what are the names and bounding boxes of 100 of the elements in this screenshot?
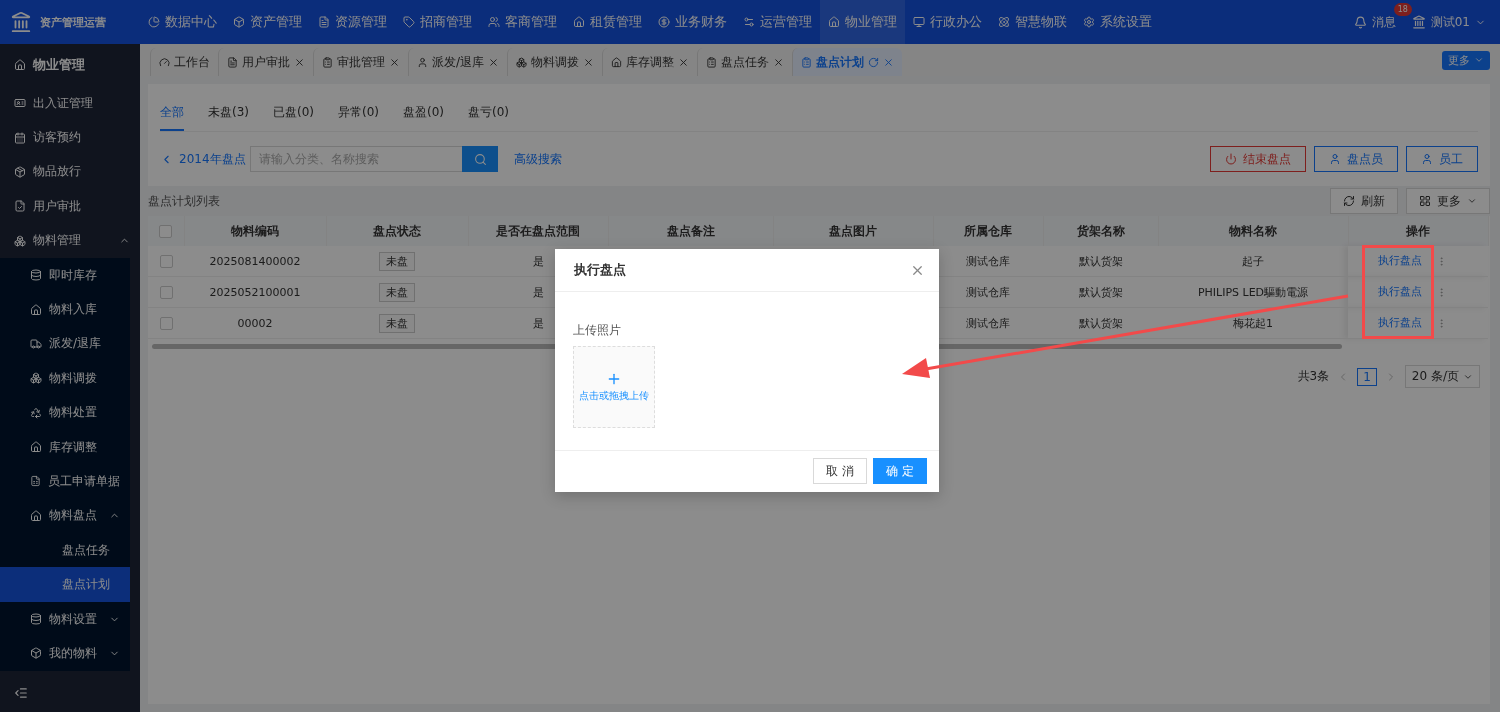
nav-item[interactable]: 业务财务 [650, 0, 735, 44]
clipboard-icon [706, 56, 718, 68]
sidebar-item[interactable]: 物料设置 [0, 601, 130, 637]
status-tag: 未盘 [379, 313, 415, 333]
sidebar-item[interactable]: 物品放行 [0, 154, 140, 190]
page-number[interactable]: 1 [1357, 367, 1377, 386]
filter-tab[interactable]: 盘亏(0) [468, 96, 509, 131]
page-tab[interactable]: 派发/退库 [408, 48, 508, 76]
nav-item[interactable]: 资源管理 [310, 0, 395, 44]
sidebar-item[interactable]: 用户审批 [0, 189, 140, 224]
action-button[interactable]: 结束盘点 [1210, 146, 1306, 172]
nav-item[interactable]: 运营管理 [735, 0, 820, 44]
nav-item[interactable]: 资产管理 [225, 0, 310, 44]
sidebar-item[interactable]: 盘点计划 [0, 567, 130, 602]
page-size-select[interactable]: 20 条/页 [1404, 365, 1480, 388]
sidebar-item[interactable]: 盘点任务 [0, 533, 130, 568]
column-header: 盘点状态 [326, 216, 468, 246]
cube-icon [233, 16, 245, 28]
page-tab[interactable]: 工作台 [150, 48, 218, 76]
refresh-icon[interactable] [868, 56, 880, 68]
person-icon [1329, 153, 1341, 165]
nav-item[interactable]: 智慧物联 [990, 0, 1075, 44]
advanced-search-link[interactable]: 高级搜索 [514, 150, 562, 168]
document-icon [227, 56, 238, 68]
page-tab[interactable]: 用户审批 [218, 48, 313, 76]
refresh-button[interactable]: 刷新 [1330, 188, 1398, 214]
list-title: 盘点计划列表 [148, 192, 220, 210]
status-tag: 未盘 [379, 251, 415, 271]
nav-item[interactable]: 行政办公 [905, 0, 990, 44]
checkbox[interactable] [159, 254, 173, 268]
back-link[interactable]: 2014年盘点 [160, 150, 250, 168]
nav-item[interactable]: 租赁管理 [565, 0, 650, 44]
filter-tab[interactable]: 异常(0) [338, 96, 379, 131]
status-tag: 未盘 [379, 282, 415, 302]
column-header: 盘点图片 [773, 216, 933, 246]
execute-link[interactable]: 执行盘点 [1378, 254, 1422, 266]
calendar-icon [14, 131, 26, 144]
sidebar-item[interactable]: 员工申请单据 [0, 464, 130, 499]
page-tab[interactable]: 审批管理 [313, 48, 408, 76]
more-button[interactable]: 更多 [1406, 188, 1490, 214]
building-icon [1411, 15, 1426, 29]
close-icon[interactable] [488, 56, 500, 68]
collapse-icon[interactable] [14, 685, 28, 700]
more-button[interactable]: 更多 [1442, 50, 1490, 70]
nav-item[interactable]: 客商管理 [480, 0, 565, 44]
checkbox[interactable] [159, 316, 173, 330]
page-tab[interactable]: 库存调整 [602, 48, 698, 76]
sidebar-item[interactable]: 即时库存 [0, 257, 130, 293]
package-icon [14, 165, 26, 178]
cube-icon [30, 647, 42, 660]
messages-button[interactable]: 消息 [1353, 13, 1396, 31]
checkbox[interactable] [159, 285, 173, 299]
nav-item[interactable]: 系统设置 [1075, 0, 1160, 44]
sidebar-item[interactable]: 物料调拨 [0, 361, 130, 396]
close-icon[interactable] [883, 56, 895, 68]
people-icon [488, 16, 500, 28]
nav-item[interactable]: 数据中心 [140, 0, 225, 44]
document-icon [30, 475, 41, 488]
close-icon[interactable] [583, 56, 595, 68]
search-button[interactable] [462, 146, 498, 172]
sidebar-item[interactable]: 我的物料 [0, 636, 130, 671]
close-icon[interactable] [678, 56, 690, 68]
close-icon[interactable] [389, 56, 400, 68]
caret-icon [1474, 55, 1484, 65]
sidebar-item[interactable]: 物料管理 [0, 223, 140, 258]
filter-tab[interactable]: 已盘(0) [273, 96, 314, 131]
page-tab[interactable]: 物料调拨 [507, 48, 603, 76]
action-button[interactable]: 盘点员 [1314, 146, 1398, 172]
search-icon [473, 152, 487, 166]
sidebar-item[interactable]: 物料入库 [0, 292, 130, 327]
sidebar-item[interactable]: 访客预约 [0, 120, 140, 155]
power-icon [1225, 153, 1237, 165]
table-cell: 梅花起1 [1158, 307, 1348, 339]
clipboard-icon [322, 56, 333, 68]
filter-tab[interactable]: 未盘(3) [208, 96, 249, 131]
close-icon[interactable] [773, 56, 785, 68]
filter-tab[interactable]: 盘盈(0) [403, 96, 444, 131]
upload-area[interactable]: 点击或拖拽上传 [573, 346, 655, 428]
execute-link[interactable]: 执行盘点 [1378, 316, 1422, 328]
table-cell: 00002 [184, 307, 326, 339]
sidebar-item[interactable]: 物料处置 [0, 395, 130, 430]
atom-icon [998, 16, 1010, 28]
sidebar-item[interactable]: 库存调整 [0, 429, 130, 465]
total-count: 共3条 [1297, 368, 1330, 385]
tag-icon [403, 16, 415, 28]
nav-item[interactable]: 招商管理 [395, 0, 480, 44]
action-button[interactable]: 员工 [1406, 146, 1478, 172]
sidebar-item[interactable]: 派发/退库 [0, 326, 130, 362]
sidebar-item[interactable]: 物料盘点 [0, 498, 130, 534]
cancel-button[interactable]: 取 消 [813, 458, 868, 484]
page-tab[interactable]: 盘点计划 [792, 48, 903, 76]
close-icon[interactable] [294, 56, 305, 68]
execute-link[interactable]: 执行盘点 [1378, 285, 1422, 297]
filter-tab[interactable]: 全部 [160, 96, 184, 131]
checkbox[interactable] [159, 225, 173, 238]
user-menu[interactable]: 测试01 [1411, 13, 1486, 31]
sidebar-item[interactable]: 出入证管理 [0, 86, 140, 121]
column-header: 操作 [1348, 216, 1488, 246]
table-cell: 默认货架 [1043, 307, 1158, 339]
confirm-button[interactable]: 确 定 [873, 458, 927, 484]
